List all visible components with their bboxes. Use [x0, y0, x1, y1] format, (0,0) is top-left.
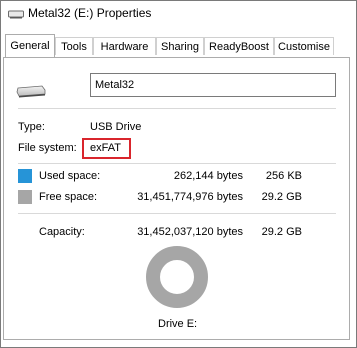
tab-readyboost[interactable]: ReadyBoost — [204, 37, 274, 55]
volume-name-input[interactable] — [90, 73, 336, 97]
capacity-bytes: 31,452,037,120 bytes — [137, 226, 243, 238]
tab-sharing[interactable]: Sharing — [156, 37, 204, 55]
used-space-label: Used space: — [39, 170, 101, 182]
file-system-highlight — [82, 138, 131, 159]
separator — [18, 163, 336, 164]
tab-general[interactable]: General — [5, 34, 55, 57]
capacity-donut-chart — [146, 246, 208, 308]
usb-drive-icon — [16, 85, 46, 98]
drive-label: Drive E: — [158, 318, 198, 330]
tab-hardware[interactable]: Hardware — [93, 37, 156, 55]
tab-tools[interactable]: Tools — [55, 37, 93, 55]
separator — [18, 108, 336, 109]
window-title: Metal32 (E:) Properties — [28, 6, 152, 20]
free-space-ring — [146, 246, 208, 308]
free-space-swatch — [18, 190, 32, 204]
file-system-label: File system: — [18, 142, 77, 154]
separator — [18, 213, 336, 214]
tab-customise[interactable]: Customise — [274, 37, 334, 55]
capacity-label: Capacity: — [39, 226, 85, 238]
used-space-size: 256 KB — [265, 170, 302, 182]
free-space-bytes: 31,451,774,976 bytes — [137, 191, 243, 203]
free-space-label: Free space: — [39, 191, 98, 203]
free-space-size: 29.2 GB — [261, 191, 302, 203]
type-value: USB Drive — [90, 121, 142, 133]
usb-drive-icon — [8, 10, 24, 19]
type-label: Type: — [18, 121, 45, 133]
title-bar[interactable]: Metal32 (E:) Properties — [1, 1, 354, 27]
tab-strip: General Tools Hardware Sharing ReadyBoos… — [1, 34, 354, 58]
used-space-bytes: 262,144 bytes — [173, 170, 243, 182]
capacity-size: 29.2 GB — [261, 226, 302, 238]
used-space-swatch — [18, 169, 32, 183]
